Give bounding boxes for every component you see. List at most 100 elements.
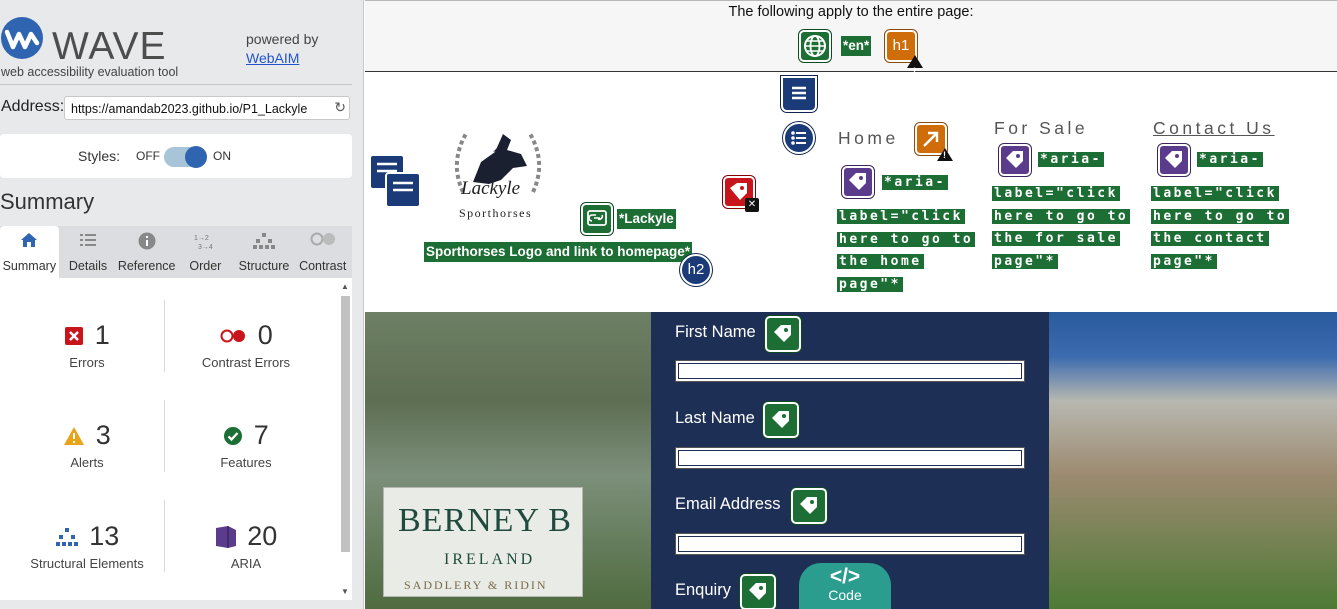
- brand-header: WAVE web accessibility evaluation tool p…: [0, 10, 364, 84]
- h1-alert-icon[interactable]: h1: [885, 30, 923, 85]
- styles-label: Styles:: [78, 148, 121, 164]
- redundant-link-alert-icon[interactable]: [915, 123, 953, 161]
- address-input[interactable]: https://amandab2023.github.io/P1_Lackyle: [64, 96, 350, 120]
- stat-features[interactable]: 7 Features: [164, 420, 328, 470]
- toggle-knob: [185, 146, 207, 168]
- brand-tagline: web accessibility evaluation tool: [1, 65, 179, 79]
- aria-label: ARIA: [230, 556, 262, 571]
- panel-tabs: Summary Details Reference 1→23→4 Order: [0, 226, 352, 278]
- list-structure-icon[interactable]: [783, 122, 815, 154]
- warning-badge-icon: [937, 148, 953, 161]
- first-name-label: First Name: [675, 323, 756, 341]
- errors-count: 1: [94, 320, 110, 350]
- structure-icon: [235, 226, 294, 250]
- warning-badge-icon: [907, 55, 923, 85]
- aria-home-line1: *aria-: [882, 175, 948, 190]
- alerts-label: Alerts: [70, 455, 104, 470]
- page-preview: The following apply to the entire page: …: [365, 0, 1337, 609]
- error-badge-icon: ✕: [745, 198, 759, 212]
- scroll-down-icon[interactable]: ▼: [341, 587, 349, 596]
- sidebar-scrollbar[interactable]: ▲ ▼: [340, 282, 350, 596]
- stat-contrast-errors[interactable]: 0 Contrast Errors: [164, 320, 328, 370]
- logo-name: Lackyle: [461, 178, 521, 199]
- email-input[interactable]: [675, 533, 1025, 555]
- summary-heading: Summary: [0, 189, 95, 214]
- label-feature-icon[interactable]: [765, 316, 801, 352]
- nav-home[interactable]: Home: [838, 128, 899, 149]
- address-label: Address:: [1, 98, 65, 115]
- aria-contact-line1: *aria-: [1197, 152, 1263, 167]
- logo-alt-line1: *Lackyle: [617, 209, 676, 229]
- styles-toggle[interactable]: [164, 146, 207, 168]
- tab-summary[interactable]: Summary: [0, 226, 59, 278]
- contrast-icon: [293, 226, 352, 250]
- error-aria-icon[interactable]: ✕: [723, 176, 759, 212]
- linked-image-icon[interactable]: [581, 203, 613, 235]
- contrast-error-icon: [220, 329, 246, 342]
- aria-label-icon[interactable]: [842, 166, 874, 198]
- powered-by-text: powered by: [246, 31, 319, 47]
- logo-alt-line2: Sporthorses Logo and link to homepage*: [424, 242, 693, 262]
- scroll-up-icon[interactable]: ▲: [341, 282, 349, 291]
- label-feature-icon[interactable]: [763, 402, 799, 438]
- info-icon: [117, 226, 176, 250]
- alerts-count: 3: [95, 420, 111, 450]
- stat-aria[interactable]: 20 ARIA: [164, 521, 328, 571]
- last-name-label: Last Name: [675, 409, 755, 427]
- divider: [0, 84, 352, 85]
- logo-sub: Sporthorses: [459, 206, 533, 220]
- first-name-input[interactable]: [675, 360, 1025, 382]
- reload-icon[interactable]: ↻: [334, 99, 346, 116]
- enquiry-label: Enquiry: [675, 581, 731, 599]
- banner-line1: BERNEY B: [398, 502, 572, 539]
- language-globe-icon[interactable]: [799, 30, 831, 62]
- aria-icon: [215, 525, 236, 548]
- aria-forsale-text: label="click here to go to the for sale …: [992, 186, 1131, 269]
- stat-structural[interactable]: 13 Structural Elements: [5, 521, 169, 571]
- aria-home-text: label="click here to go to the home page…: [837, 209, 976, 292]
- nav-contact-us[interactable]: Contact Us: [1153, 118, 1275, 139]
- styles-on-label: ON: [213, 149, 231, 163]
- structure-icon: [55, 527, 78, 546]
- address-row: Address: https://amandab2023.github.io/P…: [0, 96, 352, 120]
- label-feature-icon[interactable]: [791, 488, 827, 524]
- aria-label-icon[interactable]: [1158, 144, 1190, 176]
- last-name-input[interactable]: [675, 447, 1025, 469]
- tab-contrast[interactable]: Contrast: [293, 226, 352, 278]
- landmark-header-icon[interactable]: [781, 76, 817, 112]
- aria-contact-text: label="click here to go to the contact p…: [1151, 186, 1290, 269]
- code-panel-toggle[interactable]: </> Code: [799, 563, 891, 609]
- sponsor-banner: BERNEY B IRELAND SADDLERY & RIDIN: [383, 487, 583, 597]
- alert-icon: [64, 426, 85, 445]
- h1-badge-text: h1: [892, 37, 910, 54]
- label-feature-icon[interactable]: [740, 574, 776, 609]
- styles-off-label: OFF: [136, 149, 160, 163]
- contrast-errors-label: Contrast Errors: [201, 355, 291, 370]
- tab-structure[interactable]: Structure: [235, 226, 294, 278]
- svg-text:3→4: 3→4: [198, 244, 213, 250]
- tab-order[interactable]: 1→2 3→4 Order: [176, 226, 235, 278]
- tab-label: Order: [189, 259, 222, 273]
- contrast-errors-count: 0: [257, 320, 273, 350]
- tab-details[interactable]: Details: [59, 226, 118, 278]
- tab-label: Reference: [117, 259, 176, 273]
- section-landmark-icon[interactable]: [369, 154, 421, 210]
- order-icon: 1→2 3→4: [176, 226, 235, 251]
- lackyle-logo[interactable]: Lackyle Sporthorses: [443, 122, 553, 222]
- stat-alerts[interactable]: 3 Alerts: [5, 420, 169, 470]
- aria-forsale-line1: *aria-: [1038, 152, 1104, 167]
- errors-label: Errors: [69, 355, 105, 370]
- h2-structure-icon[interactable]: h2: [680, 254, 712, 286]
- language-label: *en*: [841, 36, 872, 56]
- stat-errors[interactable]: 1 Errors: [5, 320, 169, 370]
- banner-line3: SADDLERY & RIDIN: [404, 578, 548, 592]
- features-count: 7: [253, 420, 269, 450]
- scroll-thumb[interactable]: [341, 296, 350, 552]
- error-icon: [65, 326, 84, 345]
- aria-count: 20: [247, 521, 278, 551]
- tab-reference[interactable]: Reference: [117, 226, 176, 278]
- webaim-link[interactable]: WebAIM: [246, 50, 299, 66]
- aria-label-icon[interactable]: [999, 144, 1031, 176]
- nav-for-sale[interactable]: For Sale: [994, 118, 1088, 139]
- summary-panel: ▲ ▼ 1 Errors 0 Contrast Errors 3 Alerts …: [0, 278, 352, 600]
